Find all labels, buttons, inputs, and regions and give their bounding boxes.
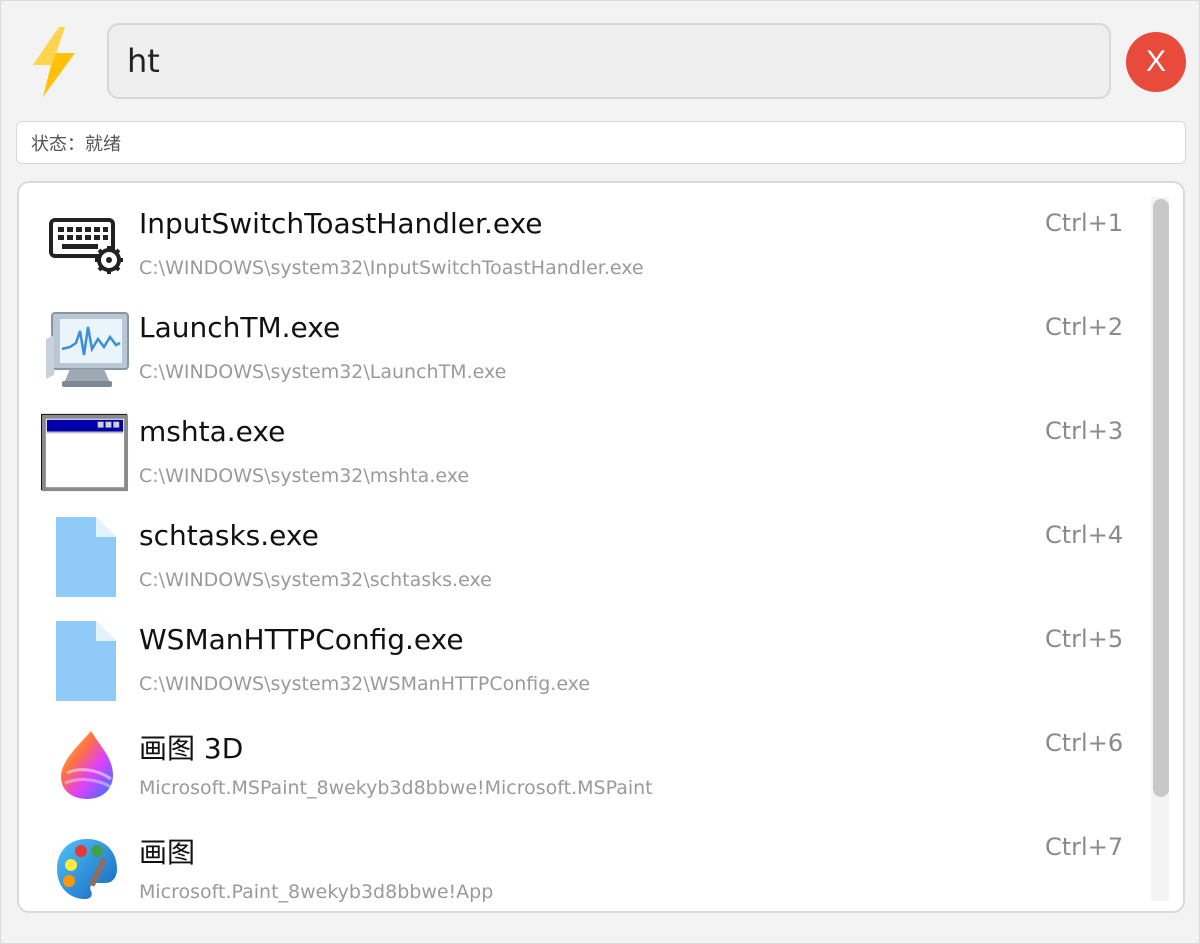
lightning-logo-icon — [29, 27, 79, 97]
result-item[interactable]: mshta.exe C:\WINDOWS\system32\mshta.exe … — [19, 401, 1149, 505]
result-title: 画图 — [139, 836, 196, 869]
launcher-window: X 状态：就绪 — [0, 0, 1200, 944]
result-path: C:\WINDOWS\system32\mshta.exe — [139, 465, 470, 487]
status-bar: 状态：就绪 — [16, 121, 1186, 164]
close-button[interactable]: X — [1126, 32, 1186, 92]
result-title: 画图 3D — [139, 732, 244, 765]
status-text: 状态：就绪 — [31, 133, 121, 155]
result-shortcut: Ctrl+5 — [1045, 625, 1124, 653]
scrollbar-thumb[interactable] — [1153, 199, 1169, 797]
window-app-icon — [41, 409, 129, 497]
result-shortcut: Ctrl+7 — [1045, 833, 1124, 861]
close-button-label: X — [1145, 45, 1166, 78]
paint-3d-icon — [43, 721, 131, 809]
result-item[interactable]: WSManHTTPConfig.exe C:\WINDOWS\system32\… — [19, 609, 1149, 713]
results-list: InputSwitchToastHandler.exe C:\WINDOWS\s… — [17, 181, 1185, 913]
result-path: C:\WINDOWS\system32\LaunchTM.exe — [139, 361, 507, 383]
result-shortcut: Ctrl+6 — [1045, 729, 1124, 757]
result-shortcut: Ctrl+3 — [1045, 417, 1124, 445]
result-path: C:\WINDOWS\system32\schtasks.exe — [139, 569, 492, 591]
search-box[interactable] — [107, 23, 1111, 99]
result-path: C:\WINDOWS\system32\InputSwitchToastHand… — [139, 257, 644, 279]
result-item[interactable]: InputSwitchToastHandler.exe C:\WINDOWS\s… — [19, 193, 1149, 297]
result-item[interactable]: 画图 Microsoft.Paint_8wekyb3d8bbwe!App Ctr… — [19, 817, 1149, 911]
result-title: mshta.exe — [139, 415, 286, 448]
result-item[interactable]: schtasks.exe C:\WINDOWS\system32\schtask… — [19, 505, 1149, 609]
file-icon — [43, 617, 131, 705]
result-title: WSManHTTPConfig.exe — [139, 623, 464, 656]
result-path: Microsoft.MSPaint_8wekyb3d8bbwe!Microsof… — [139, 777, 653, 799]
search-input[interactable] — [127, 42, 1109, 80]
result-item[interactable]: 画图 3D Microsoft.MSPaint_8wekyb3d8bbwe!Mi… — [19, 713, 1149, 817]
result-title: InputSwitchToastHandler.exe — [139, 207, 543, 240]
task-manager-icon — [43, 305, 131, 393]
result-path: C:\WINDOWS\system32\WSManHTTPConfig.exe — [139, 673, 591, 695]
result-item[interactable]: LaunchTM.exe C:\WINDOWS\system32\LaunchT… — [19, 297, 1149, 401]
result-title: LaunchTM.exe — [139, 311, 341, 344]
result-shortcut: Ctrl+2 — [1045, 313, 1124, 341]
result-shortcut: Ctrl+4 — [1045, 521, 1124, 549]
paint-palette-icon — [43, 825, 131, 911]
file-icon — [43, 513, 131, 601]
keyboard-settings-icon — [43, 201, 131, 289]
result-shortcut: Ctrl+1 — [1045, 209, 1124, 237]
result-path: Microsoft.Paint_8wekyb3d8bbwe!App — [139, 881, 494, 903]
result-title: schtasks.exe — [139, 519, 319, 552]
